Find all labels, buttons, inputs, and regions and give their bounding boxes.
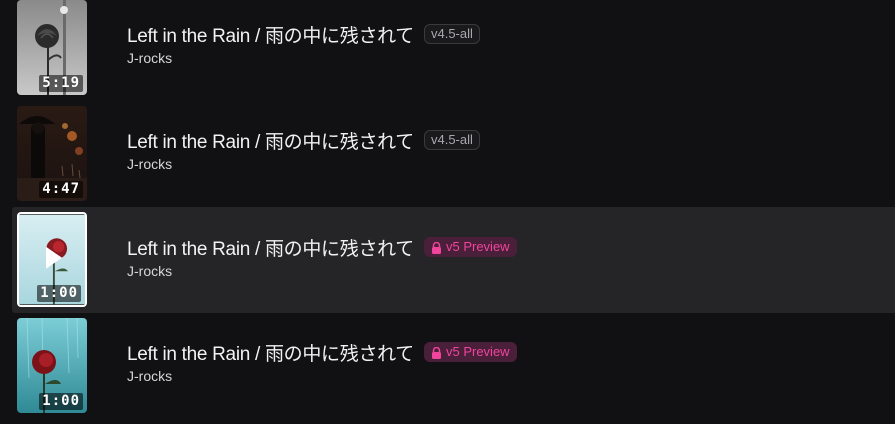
artist-name[interactable]: J-rocks — [127, 156, 172, 172]
track-title[interactable]: Left in the Rain / 雨の中に残されて — [127, 127, 414, 154]
track-title[interactable]: Left in the Rain / 雨の中に残されて — [127, 339, 414, 366]
artist-name[interactable]: J-rocks — [127, 263, 172, 279]
badge-label: v5 Preview — [445, 239, 510, 254]
track-title[interactable]: Left in the Rain / 雨の中に残されて — [127, 234, 414, 261]
track-title[interactable]: Left in the Rain / 雨の中に残されて — [127, 21, 414, 48]
track-thumbnail[interactable]: 1:00 — [17, 212, 87, 307]
artist-name[interactable]: J-rocks — [127, 368, 172, 384]
title-line: Left in the Rain / 雨の中に残されて v4.5-all — [127, 127, 480, 154]
model-version-badge: v4.5-all — [423, 130, 480, 150]
duration-label: 1:00 — [37, 285, 81, 302]
title-line: Left in the Rain / 雨の中に残されて v4.5-all — [127, 21, 480, 48]
duration-label: 5:19 — [39, 75, 83, 92]
track-list: 5:19 Left in the Rain / 雨の中に残されて v4.5-al… — [0, 0, 895, 423]
badge-label: v5 Preview — [445, 344, 510, 359]
title-line: Left in the Rain / 雨の中に残されて v5 Preview — [127, 339, 517, 366]
model-version-badge: v4.5-all — [423, 24, 480, 44]
duration-label: 1:00 — [39, 393, 83, 410]
model-version-badge: v5 Preview — [423, 342, 517, 362]
lock-icon — [431, 241, 442, 254]
play-icon[interactable] — [46, 246, 62, 269]
title-line: Left in the Rain / 雨の中に残されて v5 Preview — [127, 234, 517, 261]
lock-icon — [431, 346, 442, 359]
track-row-selected[interactable]: 1:00 Left in the Rain / 雨の中に残されて v5 Prev… — [12, 207, 895, 313]
track-row[interactable]: 5:19 Left in the Rain / 雨の中に残されて v4.5-al… — [12, 0, 895, 106]
duration-label: 4:47 — [39, 181, 83, 198]
artist-name[interactable]: J-rocks — [127, 50, 172, 66]
track-thumbnail[interactable]: 5:19 — [17, 0, 87, 95]
track-thumbnail[interactable]: 1:00 — [17, 318, 87, 413]
model-version-badge: v5 Preview — [423, 237, 517, 257]
track-thumbnail[interactable]: 4:47 — [17, 106, 87, 201]
track-row[interactable]: 1:00 Left in the Rain / 雨の中に残されて v5 Prev… — [12, 318, 895, 424]
track-row[interactable]: 4:47 Left in the Rain / 雨の中に残されて v4.5-al… — [12, 106, 895, 212]
